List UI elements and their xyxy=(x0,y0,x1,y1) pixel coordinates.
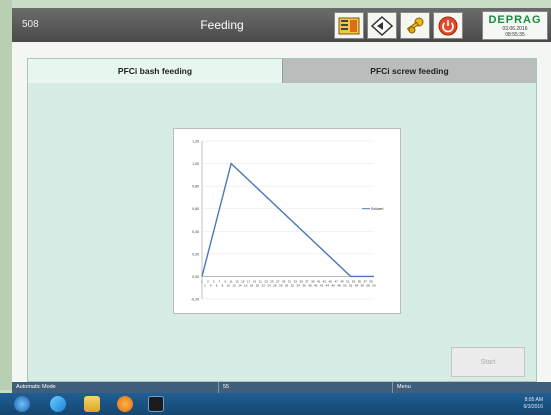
x-tick-label: 16 xyxy=(244,283,248,287)
x-tick-label: 1 xyxy=(201,279,203,283)
navigation-button[interactable] xyxy=(367,12,397,39)
status-divider xyxy=(218,382,219,393)
screen-id: 508 xyxy=(22,19,39,30)
application-window: 508 Feeding DEPRAG 03.06.2016 08:55:35 P… xyxy=(12,8,551,382)
power-icon xyxy=(438,16,458,35)
x-tick-label: 24 xyxy=(267,283,271,287)
clock-time: 8:05 AM xyxy=(524,397,543,403)
x-tick-label: 54 xyxy=(355,283,359,287)
content-panel: PFCi bash feeding PFCi screw feeding -0,… xyxy=(27,58,537,382)
x-tick-label: 14 xyxy=(238,283,242,287)
key-icon xyxy=(406,17,424,33)
x-tick-label: 42 xyxy=(320,283,324,287)
x-tick-label: 18 xyxy=(250,283,254,287)
status-bar: Automatic Mode 55 Menu xyxy=(12,382,551,393)
system-tray: 8:05 AM 6/3/2016 xyxy=(524,397,543,411)
series-line xyxy=(201,162,374,278)
tab-bash-feeding[interactable]: PFCi bash feeding xyxy=(28,59,282,83)
x-tick-label: 2 xyxy=(204,283,206,287)
y-tick-label: 0,20 xyxy=(192,252,199,256)
start-button[interactable]: Start xyxy=(451,347,525,377)
time-display: 08:55:35 xyxy=(505,32,525,38)
login-button[interactable] xyxy=(400,12,430,39)
y-tick-label: 0,60 xyxy=(192,207,199,211)
x-tick-label: 4 xyxy=(210,283,212,287)
x-tick-label: 26 xyxy=(273,283,277,287)
x-tick-label: 28 xyxy=(279,283,283,287)
x-tick-label: 56 xyxy=(361,283,365,287)
x-tick-label: 3 xyxy=(207,279,209,283)
media-player-icon[interactable] xyxy=(117,396,133,412)
tab-screw-feeding[interactable]: PFCi screw feeding xyxy=(282,59,536,83)
chart-panel: -0,20 0,00 0,20 0,40 0,60 0,80 1,00 1,20 1 2 3 4 5 6 7… xyxy=(173,128,401,314)
brand-name: DEPRAG xyxy=(488,14,542,26)
x-tick-label: 40 xyxy=(314,283,318,287)
x-tick-label: 58 xyxy=(366,283,370,287)
tab-bar: PFCi bash feeding PFCi screw feeding xyxy=(28,59,536,83)
x-tick-label: 10 xyxy=(227,283,231,287)
y-tick-label: 1,20 xyxy=(192,140,199,144)
window-frame xyxy=(0,0,12,390)
x-tick-label: 20 xyxy=(256,283,260,287)
y-tick-label: -0,20 xyxy=(191,298,199,302)
x-tick-label: 60 xyxy=(372,283,376,287)
diamond-arrow-icon xyxy=(371,15,393,36)
feeding-chart: -0,200,000,200,400,600,801,001,201234567… xyxy=(191,140,383,302)
x-tick-label: 8 xyxy=(222,283,224,287)
x-tick-label: 12 xyxy=(232,283,236,287)
y-tick-label: 1,00 xyxy=(192,162,199,166)
x-tick-label: 36 xyxy=(302,283,306,287)
internet-explorer-icon[interactable] xyxy=(50,396,66,412)
x-tick-label: 44 xyxy=(326,283,330,287)
data-table-icon xyxy=(338,17,360,34)
x-tick-label: 34 xyxy=(297,283,301,287)
title-bar: 508 Feeding DEPRAG 03.06.2016 08:55:35 xyxy=(12,8,551,42)
taskbar: 8:05 AM 6/3/2016 xyxy=(0,393,551,415)
x-tick-label: 6 xyxy=(216,283,218,287)
x-tick-label: 22 xyxy=(262,283,266,287)
page-title: Feeding xyxy=(200,18,244,32)
brand-logo: DEPRAG 03.06.2016 08:55:35 xyxy=(482,11,548,40)
x-tick-label: 46 xyxy=(332,283,336,287)
status-value: 55 xyxy=(223,384,230,390)
y-tick-label: 0,80 xyxy=(192,185,199,189)
x-tick-label: 52 xyxy=(349,283,353,287)
mode-status: Automatic Mode xyxy=(16,384,56,390)
y-tick-label: 0,40 xyxy=(192,230,199,234)
menu-button[interactable]: Menu xyxy=(397,384,411,390)
x-tick-label: 32 xyxy=(291,283,295,287)
x-tick-label: 7 xyxy=(219,279,221,283)
x-tick-label: 30 xyxy=(285,283,289,287)
hmi-app-icon[interactable] xyxy=(148,396,164,412)
x-tick-label: 48 xyxy=(337,283,341,287)
legend-label: Sollwert xyxy=(371,207,383,211)
windows-start-icon[interactable] xyxy=(14,396,30,412)
data-table-button[interactable] xyxy=(334,12,364,39)
file-explorer-icon[interactable] xyxy=(84,396,100,412)
clock-date: 6/3/2016 xyxy=(523,404,543,410)
power-button[interactable] xyxy=(433,12,463,39)
x-tick-label: 38 xyxy=(308,283,312,287)
x-tick-label: 50 xyxy=(343,283,347,287)
y-tick-label: 0,00 xyxy=(192,275,199,279)
status-divider xyxy=(392,382,393,393)
x-tick-label: 5 xyxy=(213,279,215,283)
